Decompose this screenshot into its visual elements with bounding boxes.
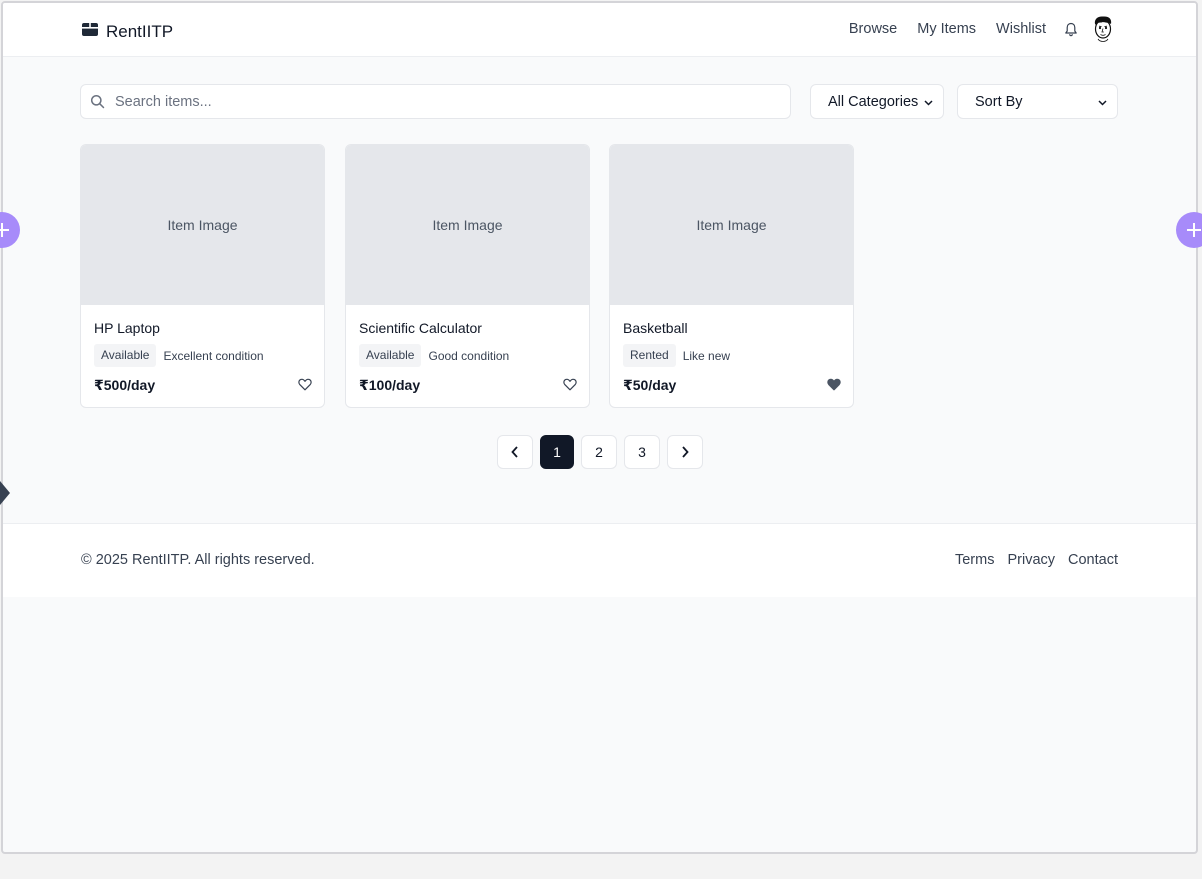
search-bar[interactable]: [80, 84, 791, 119]
nav-wishlist[interactable]: Wishlist: [996, 21, 1046, 37]
chevron-right-icon: [682, 446, 689, 458]
plus-icon: [0, 223, 9, 237]
main-nav: Browse My Items Wishlist: [829, 15, 1116, 43]
item-condition: Excellent condition: [163, 348, 264, 363]
item-tags: Available Excellent condition: [94, 344, 264, 367]
item-card[interactable]: Item Image Scientific Calculator Availab…: [345, 144, 590, 408]
item-price: ₹500/day: [94, 377, 156, 393]
heart-filled-icon[interactable]: [827, 378, 841, 391]
nav-browse[interactable]: Browse: [849, 21, 897, 37]
item-tags: Rented Like new: [623, 344, 730, 367]
bell-icon[interactable]: [1064, 22, 1078, 37]
page-button-2[interactable]: 2: [581, 435, 617, 469]
item-name[interactable]: Basketball: [623, 320, 688, 336]
item-card[interactable]: Item Image HP Laptop Available Excellent…: [80, 144, 325, 408]
brand[interactable]: RentIITP: [81, 20, 173, 43]
sort-select[interactable]: Sort By: [957, 84, 1118, 119]
item-condition: Like new: [682, 348, 731, 363]
chevron-down-icon: [1098, 94, 1107, 110]
chevron-left-icon: [511, 446, 518, 458]
item-image-placeholder: Item Image: [346, 145, 589, 305]
app-window: RentIITP Browse My Items Wishlist Search…: [1, 1, 1198, 854]
page-button-3[interactable]: 3: [624, 435, 660, 469]
item-price: ₹50/day: [623, 377, 677, 393]
status-badge: Available: [94, 344, 157, 367]
item-condition: Good condition: [428, 348, 510, 363]
top-navbar: RentIITP Browse My Items Wishlist: [3, 3, 1196, 57]
category-select[interactable]: All Categories: [810, 84, 944, 119]
search-input[interactable]: [115, 93, 755, 110]
status-badge: Available: [359, 344, 422, 367]
sort-select-value: Sort By: [975, 93, 1023, 110]
item-name[interactable]: HP Laptop: [94, 320, 160, 336]
copyright-text: © 2025 RentIITP. All rights reserved.: [81, 552, 315, 568]
item-image-placeholder: Item Image: [610, 145, 853, 305]
heart-outline-icon[interactable]: [298, 378, 312, 391]
heart-outline-icon[interactable]: [563, 378, 577, 391]
footer-link-terms[interactable]: Terms: [955, 552, 994, 568]
page-button-1[interactable]: 1: [540, 435, 574, 469]
footer-link-contact[interactable]: Contact: [1068, 552, 1118, 568]
item-name[interactable]: Scientific Calculator: [359, 320, 482, 336]
item-image-placeholder: Item Image: [81, 145, 324, 305]
nav-my-items[interactable]: My Items: [917, 21, 976, 37]
pagination: 1 2 3: [497, 435, 710, 469]
item-price: ₹100/day: [359, 377, 421, 393]
footer-links: Terms Privacy Contact: [942, 552, 1118, 568]
avatar[interactable]: [1090, 15, 1116, 43]
box-icon: [81, 20, 99, 43]
item-tags: Available Good condition: [359, 344, 509, 367]
search-icon: [90, 94, 105, 109]
footer-link-privacy[interactable]: Privacy: [1007, 552, 1055, 568]
plus-icon: [1187, 223, 1201, 237]
item-card[interactable]: Item Image Basketball Rented Like new ₹5…: [609, 144, 854, 408]
side-panel-toggle-icon[interactable]: [0, 481, 10, 505]
chevron-down-icon: [924, 94, 933, 110]
prev-page-button[interactable]: [497, 435, 533, 469]
next-page-button[interactable]: [667, 435, 703, 469]
status-badge: Rented: [623, 344, 676, 367]
footer: © 2025 RentIITP. All rights reserved. Te…: [3, 523, 1196, 597]
brand-name: RentIITP: [106, 21, 174, 41]
category-select-value: All Categories: [828, 93, 919, 110]
